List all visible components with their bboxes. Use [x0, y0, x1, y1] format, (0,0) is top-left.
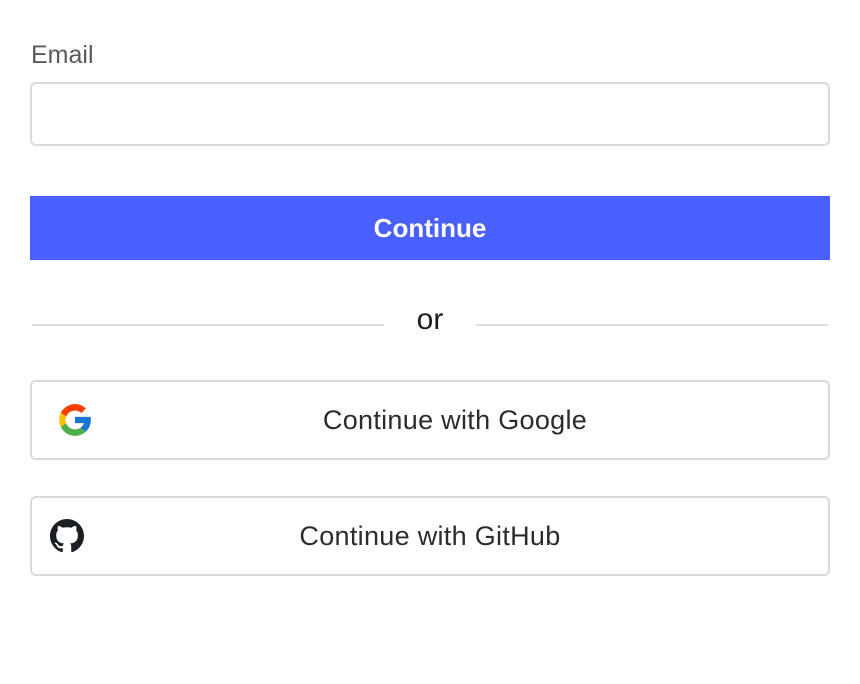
google-icon	[56, 401, 94, 439]
divider-or-text: or	[416, 303, 444, 336]
google-button-label: Continue with Google	[322, 404, 588, 435]
github-button-label: Continue with GitHub	[299, 520, 561, 551]
github-icon	[50, 519, 84, 553]
email-label: Email	[31, 41, 94, 69]
divider-line-left	[32, 324, 384, 326]
continue-with-google-button[interactable]: Continue with Google	[30, 380, 830, 460]
email-field[interactable]	[30, 82, 830, 146]
continue-button-label: Continue	[373, 212, 487, 243]
continue-button[interactable]: Continue	[30, 196, 830, 260]
continue-with-github-button[interactable]: Continue with GitHub	[30, 496, 830, 576]
divider-line-right	[476, 324, 828, 326]
